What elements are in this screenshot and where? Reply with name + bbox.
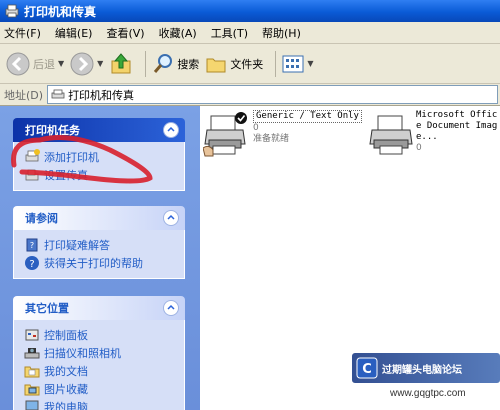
search-icon [154, 53, 173, 73]
menu-tools[interactable]: 工具(T) [211, 25, 248, 41]
scanner-camera-icon [24, 348, 40, 359]
printer-name: Microsoft Office Document Image... [416, 110, 498, 142]
svg-text:?: ? [30, 241, 34, 250]
see-also-body: ? 打印疑难解答 ? 获得关于打印的帮助 [13, 230, 185, 279]
see-also-header[interactable]: 请参阅 [13, 206, 185, 230]
printer-item[interactable]: Generic / Text Only 0 准备就绪 [203, 110, 362, 158]
printer-folder-icon [51, 89, 65, 98]
other-places-body: 控制面板 扫描仪和照相机 我的文档 图片收藏 我的电脑 [13, 320, 185, 410]
window-title: 打印机和传真 [24, 4, 97, 19]
my-computer-link[interactable]: 我的电脑 [24, 398, 178, 410]
other-places-panel: 其它位置 控制面板 扫描仪和照相机 我的文档 图片收藏 我的电脑 [13, 296, 185, 410]
menu-file[interactable]: 文件(F) [4, 25, 41, 41]
add-printer-label: 添加打印机 [44, 151, 99, 164]
my-documents-link[interactable]: 我的文档 [24, 362, 178, 380]
collapse-icon[interactable] [163, 210, 179, 226]
printer-icon [203, 112, 247, 157]
see-also-title: 请参阅 [25, 212, 58, 225]
add-printer-icon [25, 149, 40, 162]
print-troubleshoot-label: 打印疑难解答 [44, 239, 110, 252]
address-value: 打印机和传真 [68, 88, 135, 102]
printer-name: Generic / Text Only [253, 110, 362, 123]
folders-icon [206, 58, 226, 72]
folders-button[interactable]: 文件夹 [205, 53, 263, 75]
toolbar-separator [275, 50, 277, 77]
menu-favorites[interactable]: 收藏(A) [159, 25, 197, 41]
printer-doc-count: 0 [253, 123, 259, 133]
other-places-header[interactable]: 其它位置 [13, 296, 185, 320]
my-computer-icon [25, 400, 39, 410]
menu-help[interactable]: 帮助(H) [262, 25, 301, 41]
search-button[interactable]: 搜索 [152, 53, 199, 75]
svg-text:?: ? [29, 259, 34, 270]
address-label: 地址(D) [4, 88, 44, 102]
my-pictures-link[interactable]: 图片收藏 [24, 380, 178, 398]
folder-up-icon [111, 52, 131, 73]
folders-label: 文件夹 [230, 57, 264, 71]
my-pictures-label: 图片收藏 [44, 383, 88, 396]
back-dropdown-icon[interactable]: ▼ [58, 59, 64, 68]
collapse-icon[interactable] [163, 122, 179, 138]
other-places-title: 其它位置 [25, 302, 69, 315]
printer-doc-count: 0 [416, 143, 422, 153]
print-help-label: 获得关于打印的帮助 [44, 257, 143, 270]
print-troubleshoot-link[interactable]: ? 打印疑难解答 [24, 236, 178, 254]
printer-tasks-header[interactable]: 打印机任务 [13, 118, 185, 142]
back-arrow-icon [6, 52, 30, 75]
setup-fax-link[interactable]: 设置传真 [24, 166, 178, 184]
forward-arrow-icon [70, 52, 94, 75]
fax-icon [25, 169, 39, 181]
address-input[interactable]: 打印机和传真 [47, 85, 498, 104]
menu-bar: 文件(F) 编辑(E) 查看(V) 收藏(A) 工具(T) 帮助(H) [0, 22, 500, 44]
task-pane: 打印机任务 添加打印机 设置传真 请参阅 ? 打印疑难解答 ? 获得关于打印的帮… [0, 106, 200, 410]
add-printer-link[interactable]: 添加打印机 [24, 148, 178, 166]
my-computer-label: 我的电脑 [44, 401, 88, 410]
up-button[interactable] [109, 52, 133, 76]
my-pictures-icon [24, 384, 40, 396]
forum-logo-icon: C [356, 357, 378, 379]
print-help-link[interactable]: ? 获得关于打印的帮助 [24, 254, 178, 272]
help-book-icon: ? [26, 238, 38, 252]
views-icon [282, 55, 304, 72]
title-bar: 打印机和传真 [0, 0, 500, 22]
back-label: 后退 [33, 57, 55, 71]
help-icon: ? [25, 256, 39, 270]
watermark-url: www.gqgtpc.com [390, 388, 466, 399]
menu-view[interactable]: 查看(V) [106, 25, 144, 41]
forward-button[interactable]: ▼ [70, 52, 103, 76]
printer-folder-icon [5, 4, 19, 18]
back-button[interactable]: 后退 ▼ [6, 52, 64, 76]
toolbar-separator [145, 50, 147, 77]
forum-watermark: C 过期罐头电脑论坛 [352, 353, 500, 383]
scanners-cameras-link[interactable]: 扫描仪和照相机 [24, 344, 178, 362]
svg-text:C: C [362, 362, 372, 377]
printer-item[interactable]: Microsoft Office Document Image... 0 [368, 110, 500, 156]
forward-dropdown-icon[interactable]: ▼ [97, 59, 103, 68]
views-button[interactable]: ▼ [282, 54, 313, 74]
printer-tasks-body: 添加打印机 设置传真 [13, 142, 185, 191]
collapse-icon[interactable] [163, 300, 179, 316]
my-documents-icon [24, 366, 40, 378]
watermark-text: 过期罐头电脑论坛 [382, 364, 462, 376]
control-panel-link[interactable]: 控制面板 [24, 326, 178, 344]
views-dropdown-icon[interactable]: ▼ [307, 59, 313, 68]
address-bar: 地址(D) 打印机和传真 [0, 84, 500, 106]
my-documents-label: 我的文档 [44, 365, 88, 378]
printer-icon [369, 115, 413, 155]
control-panel-label: 控制面板 [44, 329, 88, 342]
printer-tasks-panel: 打印机任务 添加打印机 设置传真 [13, 118, 185, 191]
search-label: 搜索 [177, 57, 200, 71]
control-panel-icon [25, 329, 39, 341]
printer-tasks-title: 打印机任务 [25, 124, 80, 137]
setup-fax-label: 设置传真 [44, 169, 88, 182]
see-also-panel: 请参阅 ? 打印疑难解答 ? 获得关于打印的帮助 [13, 206, 185, 279]
printer-status: 准备就绪 [253, 134, 290, 144]
menu-edit[interactable]: 编辑(E) [55, 25, 93, 41]
toolbar: 后退 ▼ ▼ 搜索 文件夹 ▼ [0, 44, 500, 84]
scanners-cameras-label: 扫描仪和照相机 [44, 347, 121, 360]
